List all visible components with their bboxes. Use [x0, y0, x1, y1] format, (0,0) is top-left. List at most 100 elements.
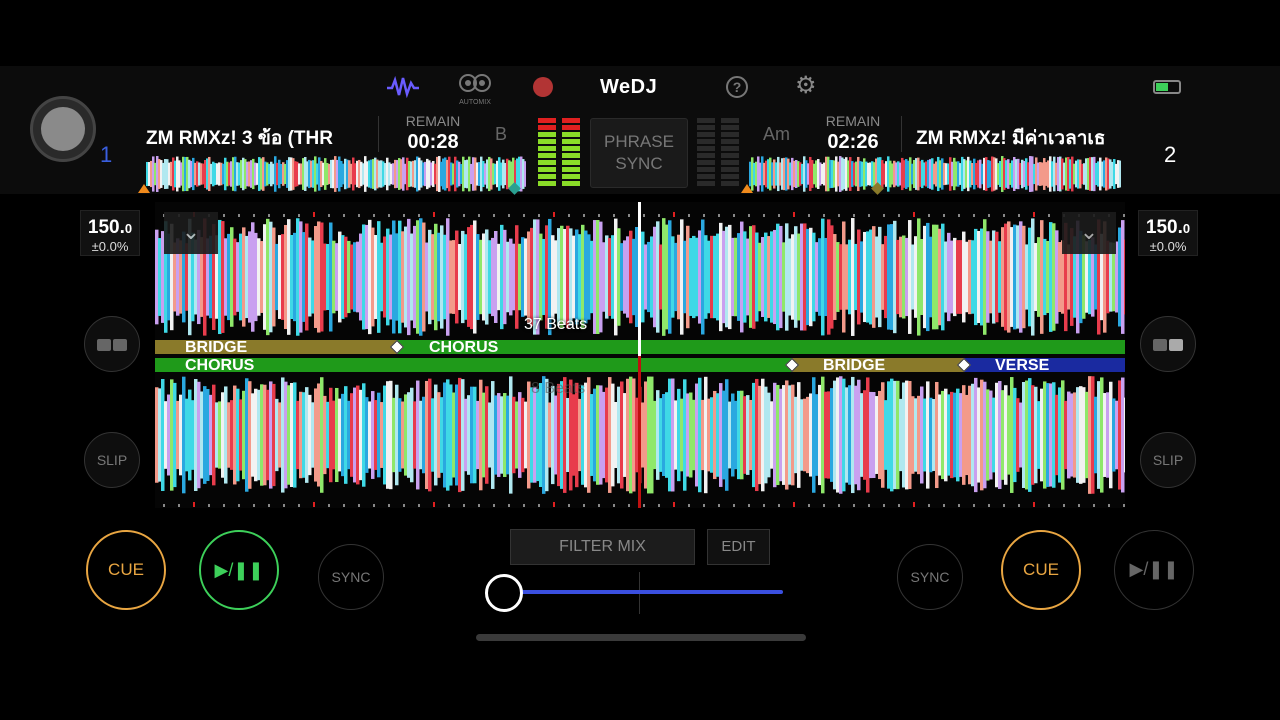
deck2-key: Am	[763, 124, 790, 144]
meter-segment	[697, 160, 715, 165]
crossfader-track[interactable]	[504, 590, 783, 594]
deck1-phrase-chorus	[397, 340, 1125, 354]
meter-segment	[538, 146, 556, 151]
deck1-remain-time: 00:28	[407, 131, 459, 153]
deck1-play-pause-button[interactable]: ▶/❚❚	[199, 530, 279, 610]
meter-segment	[538, 125, 556, 130]
deck1-phrase-label: CHORUS	[429, 339, 499, 356]
waveform-graphic	[749, 156, 1122, 192]
divider	[378, 116, 379, 152]
deck2-bpm-display[interactable]: 150.0 ±0.0%	[1138, 210, 1198, 256]
loop-icon	[1153, 339, 1167, 352]
deck1-track-title[interactable]: ZM RMXz! 3 ข้อ (THR	[146, 123, 362, 153]
meter-segment	[721, 132, 739, 137]
filter-mix-button[interactable]: FILTER MIX	[510, 529, 695, 565]
deck1-bpm-display[interactable]: 150.0 ±0.0%	[80, 210, 140, 256]
deck2-cue-button[interactable]: CUE	[1001, 530, 1081, 610]
help-icon[interactable]: ?	[726, 76, 748, 98]
deck1-bpm: 150.	[87, 217, 125, 238]
deck2-phrase-label: CHORUS	[185, 357, 255, 374]
deck1-key: B	[495, 124, 508, 144]
meter-segment	[538, 132, 556, 137]
deck1-overview-waveform[interactable]	[146, 156, 527, 192]
deck1-remain-label: REMAIN	[405, 113, 461, 129]
deck2-phrase-label: BRIDGE	[823, 357, 886, 374]
meter-segment	[697, 181, 715, 186]
meter-segment	[697, 174, 715, 179]
meter-segment	[562, 167, 580, 172]
deck2-cue-marker	[741, 184, 753, 193]
record-icon[interactable]	[533, 77, 553, 97]
meter-segment	[538, 167, 556, 172]
meter-segment	[538, 181, 556, 186]
phrase-sync-line1: PHRASE	[604, 132, 674, 151]
meter-segment	[697, 125, 715, 130]
deck2-playhead	[638, 356, 641, 508]
deck2-track-title[interactable]: ZM RMXz! มีค่าเวลาเธ	[916, 123, 1132, 153]
meter-segment	[697, 153, 715, 158]
deck1-cue-marker	[138, 184, 150, 193]
deck2-slip-button[interactable]: SLIP	[1140, 432, 1196, 488]
deck2-collapse-chevron-icon[interactable]: ⌄	[1062, 212, 1116, 254]
meter-segment	[562, 174, 580, 179]
meter-segment	[721, 167, 739, 172]
waveform-icon[interactable]	[386, 76, 420, 98]
deck1-playhead	[638, 202, 641, 356]
deck2-remain-label: REMAIN	[825, 113, 881, 129]
app-logo: WeDJ	[600, 76, 658, 98]
deck2-bpm: 150.	[1145, 217, 1183, 238]
deck2-bpm-decimal: 0	[1182, 221, 1191, 236]
gear-icon[interactable]: ⚙	[795, 74, 817, 98]
beats-countdown: 37 Beats	[524, 316, 588, 333]
deck1-sync-button[interactable]: SYNC	[318, 544, 384, 610]
phrase-sync-button[interactable]: PHRASE SYNC	[590, 118, 688, 188]
deck2-loop-button[interactable]	[1140, 316, 1196, 372]
deck1-slip-button[interactable]: SLIP	[84, 432, 140, 488]
deck2-overview-waveform[interactable]	[749, 156, 1122, 192]
deck2-sync-button[interactable]: SYNC	[897, 544, 963, 610]
deck2-play-pause-button[interactable]: ▶/❚❚	[1114, 530, 1194, 610]
deck2-phrase-label: VERSE	[995, 357, 1050, 374]
meter-segment	[721, 181, 739, 186]
wedj-app: AUTOMIX WeDJ ? ⚙ 1 2 ZM RMXz! 3 ข้อ (THR…	[0, 0, 1280, 720]
crossfader-knob[interactable]	[485, 574, 523, 612]
deck1-cue-button[interactable]: CUE	[86, 530, 166, 610]
meter-segment	[721, 118, 739, 123]
loop-icon	[97, 339, 111, 352]
beats-countdown-ghost: 8 Beats	[531, 380, 586, 397]
automix-label: AUTOMIX	[459, 99, 491, 106]
deck2-remain-time: 02:26	[827, 131, 879, 153]
deck1-loop-button[interactable]	[84, 316, 140, 372]
edit-button[interactable]: EDIT	[707, 529, 770, 565]
jog-wheel[interactable]	[30, 96, 96, 162]
waveform-area[interactable]: BRIDGE CHORUS CHORUS BRIDGE VERSE 37 Bea…	[155, 202, 1128, 508]
meter-segment	[562, 153, 580, 158]
deck2-number: 2	[1164, 142, 1177, 167]
deck1-bpm-decimal: 0	[124, 221, 133, 236]
deck2-pitch: ±0.0%	[1149, 239, 1187, 254]
home-indicator	[476, 634, 806, 641]
meter-segment	[697, 132, 715, 137]
meter-segment	[562, 181, 580, 186]
waveform-graphic	[146, 156, 527, 192]
meter-segment	[562, 118, 580, 123]
meter-segment	[562, 146, 580, 151]
meter-segment	[697, 167, 715, 172]
automix-icon	[459, 74, 491, 92]
meter-segment	[538, 139, 556, 144]
automix-button[interactable]: AUTOMIX	[455, 72, 495, 106]
battery-icon	[1153, 80, 1181, 94]
meter-segment	[697, 139, 715, 144]
phrase-sync-line2: SYNC	[615, 154, 663, 173]
meter-segment	[721, 153, 739, 158]
meter-segment	[562, 160, 580, 165]
meter-segment	[721, 160, 739, 165]
meter-segment	[538, 174, 556, 179]
meter-segment	[697, 146, 715, 151]
deck1-collapse-chevron-icon[interactable]: ⌄	[164, 212, 218, 254]
divider	[901, 116, 902, 152]
deck1-phrase-label: BRIDGE	[185, 339, 248, 356]
meter-segment	[538, 153, 556, 158]
meter-segment	[697, 118, 715, 123]
loop-icon	[113, 339, 127, 352]
